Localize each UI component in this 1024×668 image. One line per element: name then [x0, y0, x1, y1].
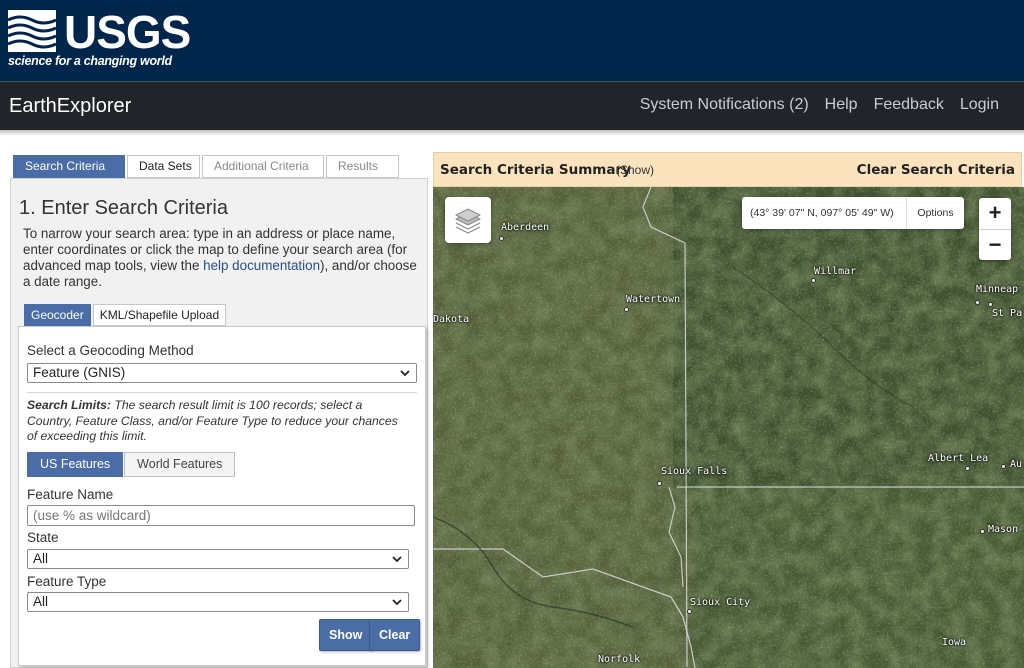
- state-select[interactable]: All: [27, 549, 409, 569]
- tab-results[interactable]: Results: [326, 155, 399, 178]
- city-marker: [965, 466, 970, 471]
- city-label: Dakota: [433, 314, 470, 325]
- city-label: Albert Lea: [928, 453, 989, 464]
- usgs-waves-icon: [8, 10, 56, 52]
- coordinate-readout: (43° 39' 07" N, 097° 05' 49" W) Options: [742, 197, 964, 229]
- nav-system-notifications[interactable]: System Notifications (2): [640, 96, 809, 114]
- nav-help[interactable]: Help: [825, 96, 858, 114]
- usgs-logo[interactable]: USGS science for a changing world: [8, 6, 191, 72]
- tab-kml-shapefile-upload[interactable]: KML/Shapefile Upload: [92, 304, 227, 326]
- state-label: State: [27, 530, 59, 545]
- city-label: Sioux City: [690, 597, 751, 608]
- city-marker: [657, 481, 662, 486]
- nav-feedback[interactable]: Feedback: [874, 96, 944, 114]
- geocoding-method-label: Select a Geocoding Method: [27, 343, 194, 358]
- city-marker: [1001, 464, 1006, 469]
- feature-type-label: Feature Type: [27, 574, 107, 589]
- us-features-button[interactable]: US Features: [27, 452, 124, 477]
- city-marker: [980, 529, 985, 534]
- city-marker: [687, 609, 692, 614]
- clear-button[interactable]: Clear: [369, 619, 421, 651]
- geocoder-box: Select a Geocoding Method Feature (GNIS)…: [18, 326, 426, 666]
- zoom-out-button[interactable]: −: [979, 229, 1011, 260]
- nav-login[interactable]: Login: [960, 96, 999, 114]
- feature-type-value: All: [33, 594, 49, 609]
- help-documentation-link[interactable]: help documentation: [203, 258, 320, 273]
- city-label: Sioux Falls: [661, 466, 728, 477]
- coordinate-text: (43° 39' 07" N, 097° 05' 49" W): [750, 207, 894, 219]
- zoom-controls: + −: [979, 198, 1011, 260]
- geocoding-method-value: Feature (GNIS): [33, 365, 126, 380]
- feature-name-input[interactable]: [27, 505, 415, 526]
- summary-title: Search Criteria Summary: [440, 162, 631, 178]
- tab-search-criteria[interactable]: Search Criteria: [13, 155, 125, 178]
- coordinate-options-button[interactable]: Options: [906, 197, 964, 229]
- search-criteria-summary-bar: Search Criteria Summary (Show) Clear Sea…: [433, 152, 1022, 187]
- search-criteria-panel: 1. Enter Search Criteria To narrow your …: [10, 178, 428, 668]
- usgs-banner: USGS science for a changing world: [0, 0, 1024, 81]
- layers-icon: [454, 208, 482, 234]
- panel-title: 1. Enter Search Criteria: [19, 197, 228, 219]
- usgs-wordmark: USGS: [64, 6, 191, 58]
- search-limits-label: Search Limits:: [27, 398, 111, 412]
- city-marker: [811, 278, 816, 283]
- city-marker: [624, 307, 629, 312]
- chevron-down-icon: [392, 599, 402, 606]
- city-marker: [975, 300, 980, 305]
- search-tabs: Search Criteria Data Sets Additional Cri…: [13, 155, 399, 178]
- usgs-tagline: science for a changing world: [8, 54, 172, 68]
- top-nav: System Notifications (2) Help Feedback L…: [640, 96, 999, 114]
- tab-geocoder[interactable]: Geocoder: [24, 304, 91, 326]
- city-label: St Pa: [992, 308, 1023, 319]
- app-header: EarthExplorer System Notifications (2) H…: [0, 81, 1024, 130]
- tab-additional-criteria[interactable]: Additional Criteria: [202, 155, 324, 178]
- state-value: All: [33, 551, 49, 566]
- chevron-down-icon: [400, 370, 410, 377]
- satellite-map-image: [433, 187, 1024, 668]
- feature-name-label: Feature Name: [27, 487, 114, 502]
- panel-description: To narrow your search area: type in an a…: [23, 226, 421, 290]
- app-title[interactable]: EarthExplorer: [9, 95, 131, 118]
- summary-show-link[interactable]: (Show): [616, 163, 654, 177]
- geocoding-method-select[interactable]: Feature (GNIS): [27, 363, 417, 383]
- city-label: Norfolk: [598, 654, 641, 665]
- chevron-down-icon: [392, 556, 402, 563]
- map-view[interactable]: Aberdeen Willmar Watertown Dakota Minnea…: [433, 187, 1024, 668]
- zoom-in-button[interactable]: +: [979, 198, 1011, 229]
- city-label: Au: [1010, 459, 1023, 470]
- city-label: Iowa: [942, 637, 967, 648]
- layers-button[interactable]: [445, 197, 491, 243]
- world-features-button[interactable]: World Features: [124, 452, 236, 477]
- clear-search-criteria-link[interactable]: Clear Search Criteria: [857, 162, 1015, 178]
- divider: [27, 392, 417, 393]
- show-button[interactable]: Show: [319, 619, 373, 651]
- city-label: Willmar: [814, 266, 857, 277]
- city-marker: [988, 302, 993, 307]
- geocoder-subtabs: Geocoder KML/Shapefile Upload: [24, 304, 227, 326]
- city-label: Aberdeen: [501, 222, 550, 233]
- header-shadow: [0, 130, 1024, 136]
- tab-data-sets[interactable]: Data Sets: [127, 155, 200, 178]
- search-limits-note: Search Limits: The search result limit i…: [27, 398, 407, 445]
- feature-type-select[interactable]: All: [27, 592, 409, 612]
- city-label: Watertown: [626, 294, 681, 305]
- feature-scope-toggle: US Features World Features: [27, 452, 236, 477]
- city-label: Minneap: [976, 284, 1019, 295]
- city-label: Mason: [988, 524, 1019, 535]
- city-marker: [499, 236, 504, 241]
